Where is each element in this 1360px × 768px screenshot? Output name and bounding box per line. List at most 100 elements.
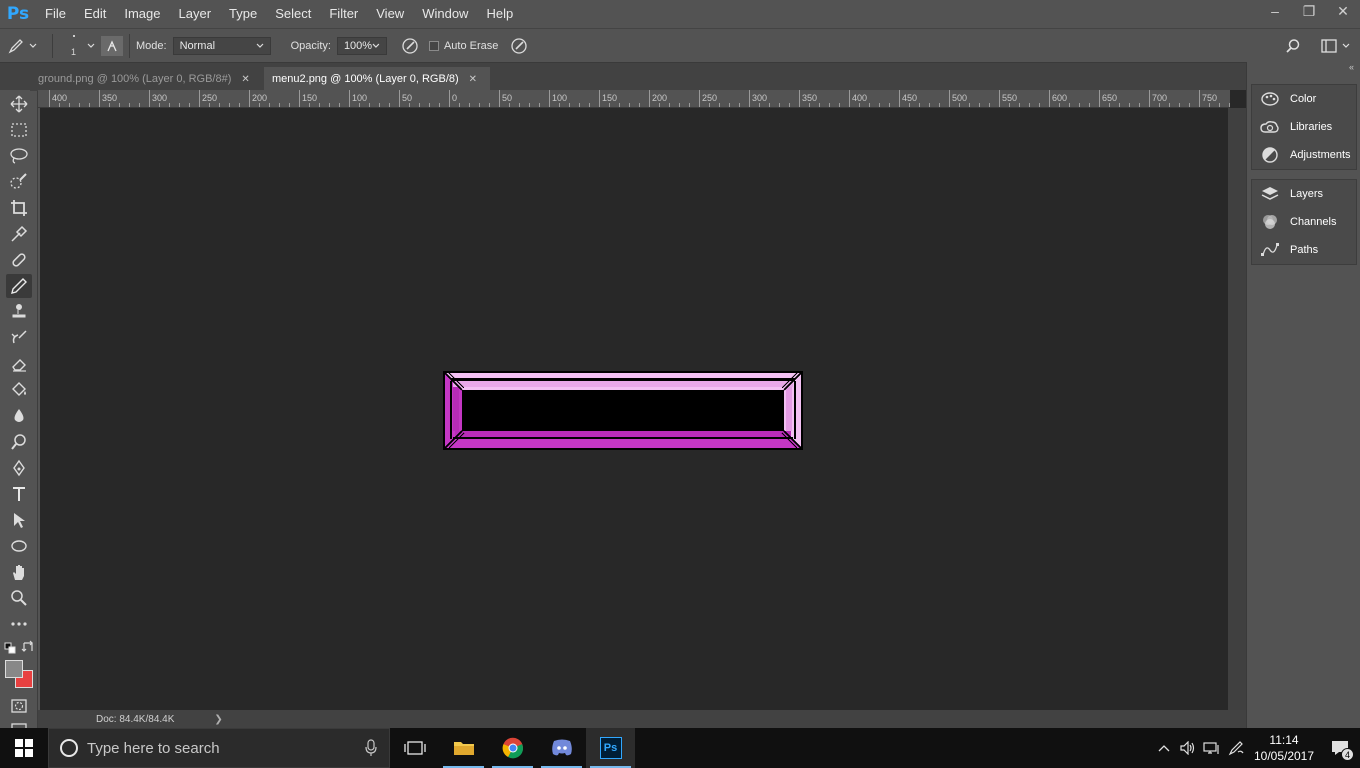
- eyedropper-tool-icon[interactable]: [6, 222, 32, 246]
- menu-layer[interactable]: Layer: [170, 0, 221, 28]
- restore-button[interactable]: ❐: [1292, 0, 1326, 22]
- taskbar-search-box[interactable]: Type here to search: [48, 728, 390, 768]
- crop-tool-icon[interactable]: [6, 196, 32, 220]
- paint-bucket-tool-icon[interactable]: [6, 378, 32, 402]
- panel-libraries[interactable]: Libraries: [1252, 113, 1356, 141]
- pencil-tool-icon[interactable]: [6, 274, 32, 298]
- auto-erase-label: Auto Erase: [443, 39, 499, 52]
- panel-paths[interactable]: Paths: [1252, 236, 1356, 264]
- brush-panel-icon[interactable]: [101, 35, 123, 56]
- move-tool-icon[interactable]: [6, 92, 32, 116]
- panel-group-color: Color Libraries Adjustments: [1251, 84, 1357, 170]
- tab-close-icon[interactable]: ✕: [241, 74, 249, 85]
- default-colors-icon[interactable]: [4, 642, 16, 654]
- show-hidden-icons-chevron-icon[interactable]: [1152, 728, 1176, 768]
- menu-select[interactable]: Select: [266, 0, 320, 28]
- panel-layers[interactable]: Layers: [1252, 180, 1356, 208]
- foreground-color-swatch[interactable]: [5, 660, 23, 678]
- status-menu-arrow-icon[interactable]: ❯: [214, 714, 222, 725]
- menu-filter[interactable]: Filter: [320, 0, 367, 28]
- pressure-size-icon[interactable]: [508, 36, 530, 56]
- adjustments-icon: [1260, 147, 1280, 163]
- right-band: [786, 387, 792, 431]
- panel-adjustments[interactable]: Adjustments: [1252, 141, 1356, 169]
- top-band: [453, 381, 793, 387]
- close-button[interactable]: ✕: [1326, 0, 1360, 22]
- panel-color[interactable]: Color: [1252, 85, 1356, 113]
- network-icon[interactable]: [1200, 728, 1224, 768]
- minimize-button[interactable]: –: [1258, 0, 1292, 22]
- menu-help[interactable]: Help: [477, 0, 522, 28]
- swap-colors-icon[interactable]: [21, 640, 35, 654]
- history-brush-tool-icon[interactable]: [6, 326, 32, 350]
- workspace-switcher-icon[interactable]: [1316, 35, 1356, 57]
- start-button[interactable]: [0, 728, 48, 768]
- tab-ground-png[interactable]: ground.png @ 100% (Layer 0, RGB/8#) ✕: [30, 67, 262, 91]
- auto-erase-checkbox[interactable]: Auto Erase: [428, 39, 499, 52]
- taskbar-photoshop[interactable]: Ps: [586, 728, 635, 768]
- quick-selection-tool-icon[interactable]: [6, 170, 32, 194]
- hand-tool-icon[interactable]: [6, 560, 32, 584]
- options-bar: 1 Mode: Normal Opacity: 100% Auto Erase: [0, 28, 1360, 62]
- pressure-opacity-icon[interactable]: [399, 36, 421, 56]
- dock-collapse-icon[interactable]: «: [1349, 62, 1354, 72]
- dodge-tool-icon[interactable]: [6, 430, 32, 454]
- volume-icon[interactable]: [1176, 728, 1200, 768]
- task-view-button[interactable]: [390, 728, 439, 768]
- ruler-tick-label: 50: [502, 93, 513, 103]
- paths-icon: [1260, 242, 1280, 258]
- pencil-tool-preset-icon[interactable]: [0, 31, 46, 61]
- tools-panel: » ✕: [0, 62, 38, 738]
- menu-view[interactable]: View: [367, 0, 413, 28]
- panel-group-layers: Layers Channels Paths: [1251, 179, 1357, 265]
- taskbar-discord[interactable]: [537, 728, 586, 768]
- brush-size-picker[interactable]: 1: [59, 31, 99, 61]
- vertical-scrollbar[interactable]: [1228, 108, 1246, 710]
- divider: [52, 33, 53, 58]
- healing-brush-tool-icon[interactable]: [6, 248, 32, 272]
- folder-icon: [453, 742, 474, 755]
- menu-type[interactable]: Type: [220, 0, 266, 28]
- photoshop-logo[interactable]: Ps: [0, 0, 36, 28]
- mode-label: Mode:: [136, 39, 167, 52]
- blur-tool-icon[interactable]: [6, 404, 32, 428]
- menu-frame-image: [443, 371, 803, 450]
- panel-label: Layers: [1290, 188, 1324, 200]
- menu-file[interactable]: File: [36, 0, 75, 28]
- search-placeholder: Type here to search: [87, 739, 220, 757]
- clone-stamp-tool-icon[interactable]: [6, 300, 32, 324]
- taskbar-clock[interactable]: 11:14 10/05/2017: [1248, 732, 1320, 764]
- document-canvas[interactable]: [40, 108, 1228, 710]
- marquee-tool-icon[interactable]: [6, 118, 32, 142]
- mode-select[interactable]: Normal: [172, 36, 271, 55]
- menu-window[interactable]: Window: [413, 0, 477, 28]
- pen-workspace-icon[interactable]: [1224, 728, 1248, 768]
- menu-edit[interactable]: Edit: [75, 0, 115, 28]
- path-selection-tool-icon[interactable]: [6, 508, 32, 532]
- taskbar-chrome[interactable]: [488, 728, 537, 768]
- quick-mask-icon[interactable]: [6, 694, 32, 718]
- more-tools-icon[interactable]: [6, 612, 32, 636]
- panel-label: Adjustments: [1290, 149, 1351, 161]
- panel-channels[interactable]: Channels: [1252, 208, 1356, 236]
- zoom-tool-icon[interactable]: [6, 586, 32, 610]
- color-palette-icon: [1260, 91, 1280, 107]
- tab-menu2-png[interactable]: menu2.png @ 100% (Layer 0, RGB/8) ✕: [264, 67, 490, 91]
- ruler-tick-label: 0: [452, 93, 458, 103]
- menu-image[interactable]: Image: [115, 0, 169, 28]
- action-center-icon[interactable]: 4: [1320, 728, 1360, 768]
- tab-close-icon[interactable]: ✕: [469, 74, 477, 85]
- ruler-tick-label: 400: [852, 93, 868, 103]
- taskbar-file-explorer[interactable]: [439, 728, 488, 768]
- horizontal-ruler[interactable]: 400 350 300 250 200 150 100 50 0 50 100 150 200 250 30…: [38, 90, 1230, 108]
- ellipse-tool-icon[interactable]: [6, 534, 32, 558]
- type-tool-icon[interactable]: [6, 482, 32, 506]
- panel-label: Paths: [1290, 244, 1319, 256]
- opacity-field[interactable]: 100%: [336, 36, 387, 55]
- panel-dock: « Color Libraries Adjustments Layers Cha…: [1246, 62, 1360, 738]
- left-band: [453, 387, 459, 431]
- eraser-tool-icon[interactable]: [6, 352, 32, 376]
- pen-tool-icon[interactable]: [6, 456, 32, 480]
- lasso-tool-icon[interactable]: [6, 144, 32, 168]
- search-icon[interactable]: [1282, 35, 1304, 57]
